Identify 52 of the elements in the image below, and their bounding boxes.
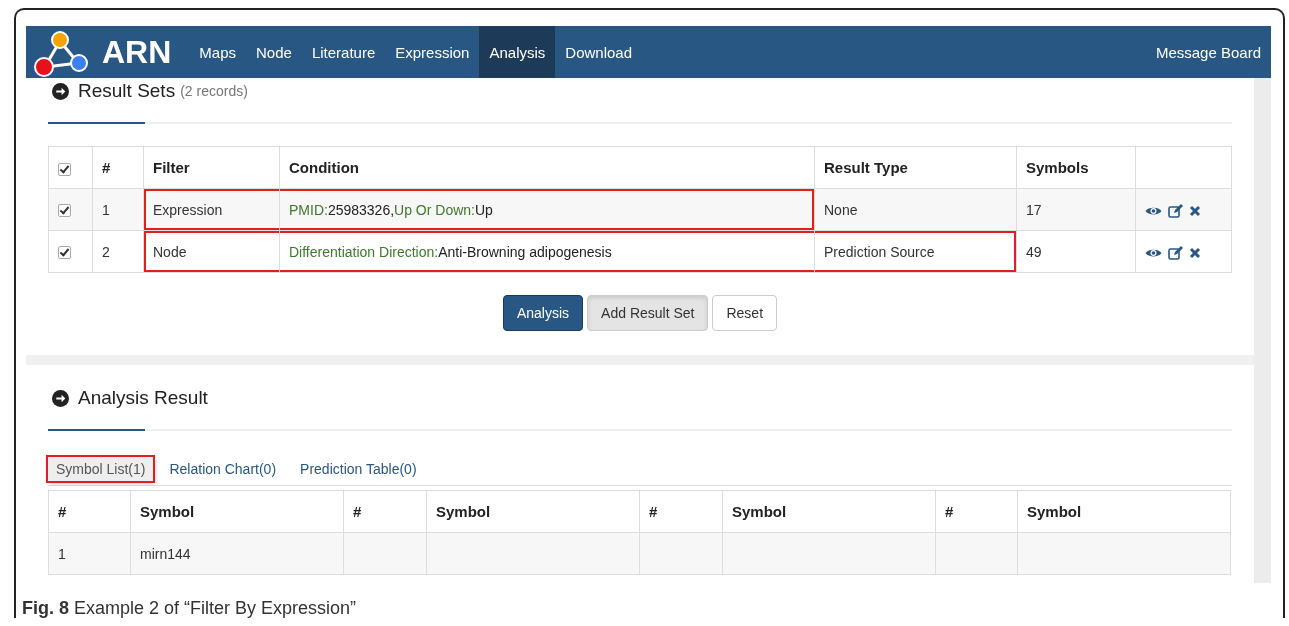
table-cell: 1 (58, 545, 66, 562)
checkbox[interactable] (58, 246, 71, 260)
column-header: Result Type (814, 146, 1017, 189)
table-cell: 17 (1016, 188, 1136, 231)
action-button[interactable]: Analysis (502, 295, 584, 331)
table-cell: None (814, 188, 1017, 231)
column-header: Symbol (130, 490, 344, 533)
nav-link[interactable]: Maps (189, 26, 246, 78)
table-cell: 1 (92, 188, 144, 231)
table-cell: 2 (92, 230, 144, 273)
table-cell: Prediction Source (814, 230, 1017, 273)
nav-link[interactable]: Analysis (479, 26, 556, 78)
nav-link[interactable]: Download (555, 26, 643, 78)
table-cell: mirn144 (140, 545, 191, 562)
column-header: Condition (279, 146, 815, 189)
record-count: (2 records) (180, 83, 248, 99)
action-button[interactable]: Reset (712, 295, 778, 331)
edit-icon[interactable] (1168, 245, 1183, 260)
nav-link[interactable]: Expression (385, 26, 480, 78)
column-header: # (48, 490, 131, 533)
section-title: Result Sets (78, 80, 176, 102)
arrow-circle-icon (52, 82, 69, 100)
column-header: # (343, 490, 427, 533)
delete-icon[interactable] (1189, 246, 1201, 259)
column-header: Symbols (1016, 146, 1136, 189)
section-title: Analysis Result (78, 387, 208, 409)
brand-name[interactable]: ARN (102, 33, 172, 71)
table-cell: Node (143, 230, 280, 273)
column-header: Symbol (426, 490, 640, 533)
column-header: Filter (143, 146, 280, 189)
table-cell: PMID:25983326,Up Or Down:Up (279, 188, 815, 231)
column-header: # (639, 490, 723, 533)
nav-link[interactable]: Literature (301, 26, 386, 78)
edit-icon[interactable] (1168, 203, 1183, 218)
column-header: Symbol (722, 490, 936, 533)
delete-icon[interactable] (1189, 204, 1201, 217)
column-header: # (935, 490, 1018, 533)
tab[interactable]: Relation Chart(0) (161, 457, 285, 481)
nav-link[interactable]: Node (246, 26, 302, 78)
checkbox[interactable] (58, 204, 71, 218)
tab[interactable]: Prediction Table(0) (292, 457, 425, 481)
column-header: Symbol (1017, 490, 1231, 533)
figure-caption: Fig. 8 Example 2 of “Filter By Expression” (22, 598, 357, 619)
arrow-circle-icon (52, 389, 69, 407)
table-cell: Differentiation Direction:Anti-Browning adipogenesis (279, 230, 815, 273)
column-header: # (92, 146, 144, 189)
table-cell: Expression (143, 188, 280, 231)
action-button[interactable]: Add Result Set (587, 295, 709, 331)
nav-link[interactable]: Message Board (1145, 26, 1271, 78)
checkbox[interactable] (58, 162, 71, 176)
tab[interactable]: Symbol List(1) (48, 457, 154, 481)
table-cell: 49 (1016, 230, 1136, 273)
